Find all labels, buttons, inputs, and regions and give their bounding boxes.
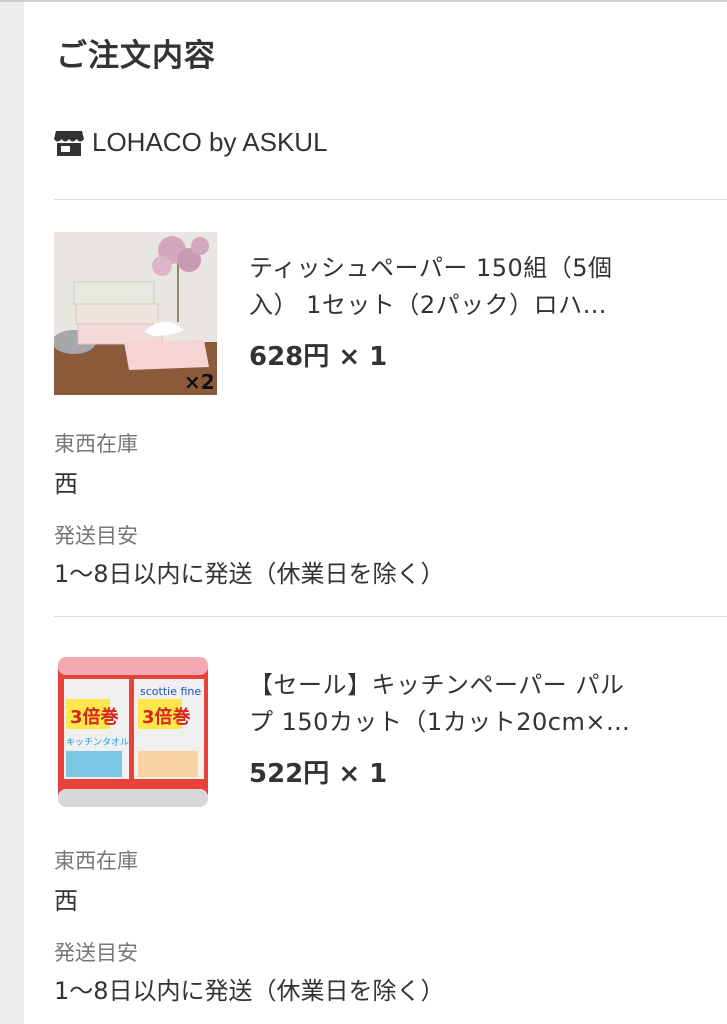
stock-value: 西: [54, 470, 78, 498]
stock-label: 東西在庫: [54, 432, 138, 456]
tissue-box-illustration: ×2: [54, 232, 217, 395]
pack-brand: scottie fine: [140, 685, 201, 698]
store-icon: [54, 130, 84, 156]
shop-link[interactable]: LOHACO by ASKUL: [54, 127, 328, 158]
divider: [54, 616, 727, 617]
kitchen-towel-illustration: 3倍巻 3倍巻 scottie fine キッチンタオル: [54, 649, 217, 812]
product-price: 522円 × 1: [249, 759, 388, 789]
quantity-badge: ×2: [184, 370, 215, 394]
order-details-card: ご注文内容 LOHACO by ASKUL ×2 ティッシュペーパー 150組（…: [24, 2, 727, 1024]
shipping-value: 1〜8日以内に発送（休業日を除く）: [54, 977, 445, 1005]
pack-sub-label: キッチンタオル: [66, 737, 129, 748]
product-name[interactable]: ティッシュペーパー 150組（5個 入） 1セット（2パック）ロハ…: [249, 250, 669, 324]
shop-name: LOHACO by ASKUL: [92, 127, 328, 157]
stock-value: 西: [54, 887, 78, 915]
svg-text:3倍巻: 3倍巻: [142, 706, 192, 728]
product-image-tissue[interactable]: ×2: [54, 232, 217, 395]
section-title: ご注文内容: [56, 38, 216, 74]
shipping-label: 発送目安: [54, 941, 138, 965]
shipping-label: 発送目安: [54, 524, 138, 548]
stock-label: 東西在庫: [54, 849, 138, 873]
divider: [54, 199, 727, 200]
product-price: 628円 × 1: [249, 342, 388, 372]
shipping-value: 1〜8日以内に発送（休業日を除く）: [54, 560, 445, 588]
product-name[interactable]: 【セール】キッチンペーパー パル プ 150カット（1カット20cm×…: [249, 667, 669, 741]
product-image-kitchen-towel[interactable]: 3倍巻 3倍巻 scottie fine キッチンタオル: [54, 649, 217, 812]
pack-big-label: 3倍巻: [70, 706, 120, 728]
